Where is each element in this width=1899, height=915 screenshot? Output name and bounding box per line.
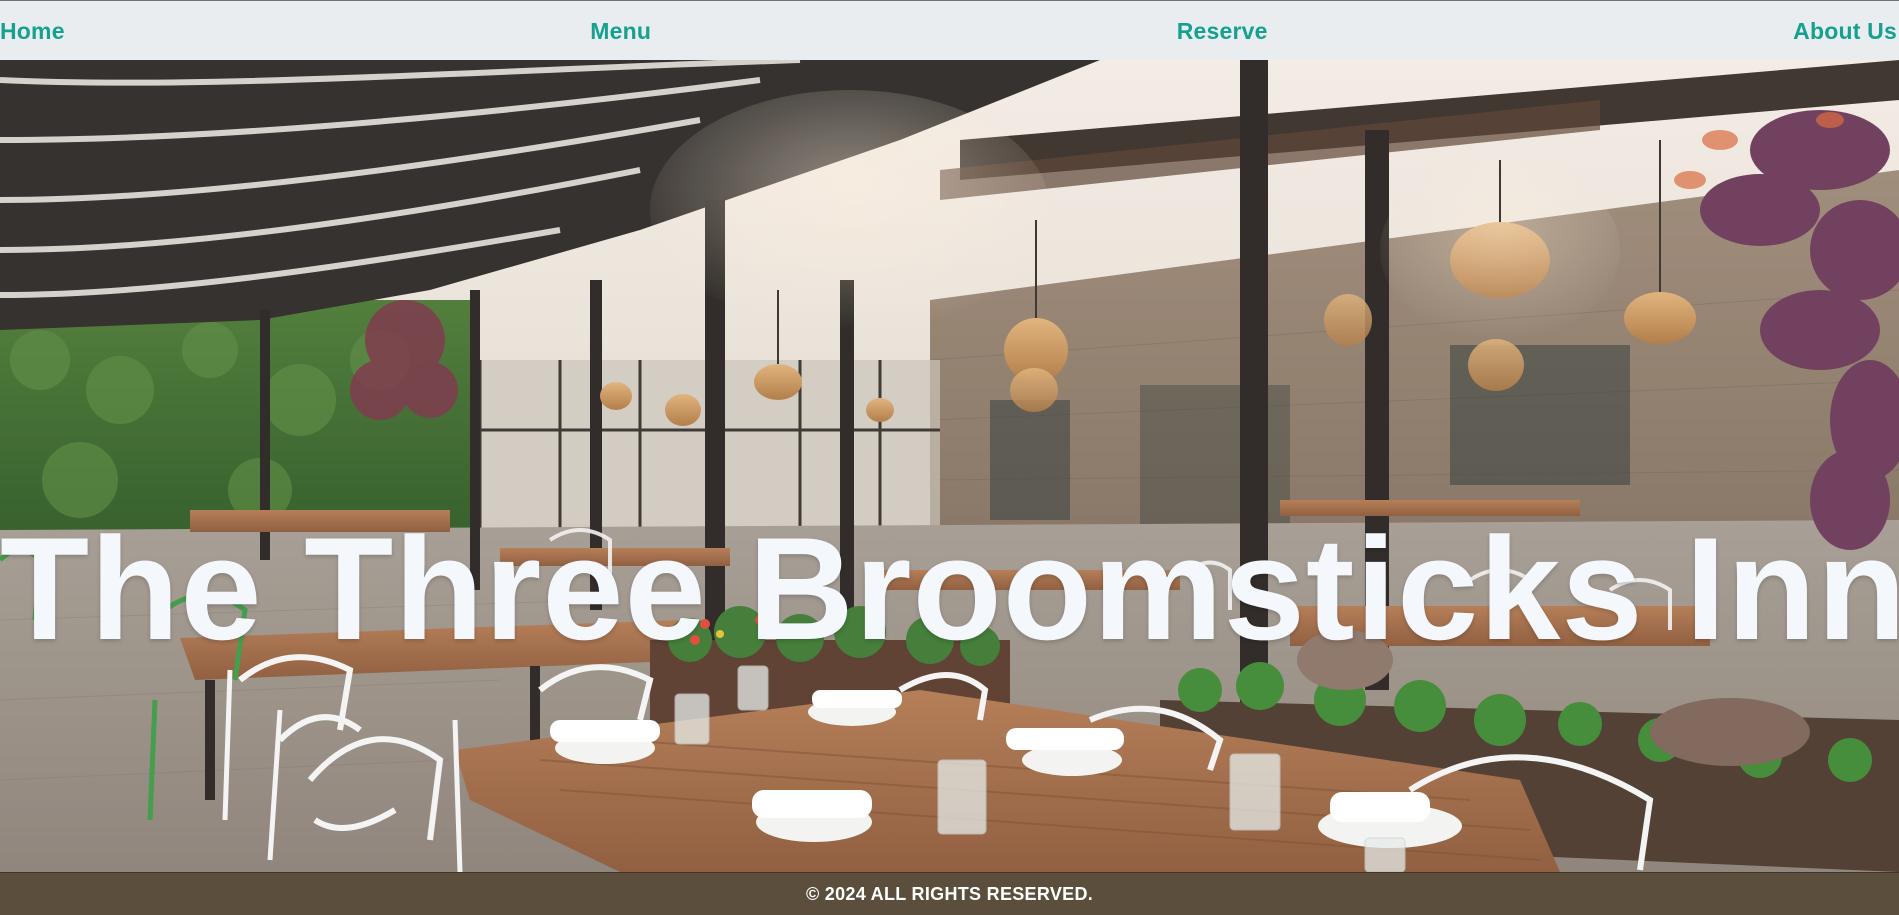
nav-link-about-us[interactable]: About Us	[1793, 16, 1897, 45]
nav-link-home[interactable]: Home	[0, 16, 65, 45]
hero-background-image	[0, 60, 1899, 872]
hero-section: The Three Broomsticks Inn	[0, 60, 1899, 872]
nav-link-reserve[interactable]: Reserve	[1177, 16, 1268, 45]
site-footer: © 2024 ALL RIGHTS RESERVED.	[0, 872, 1899, 915]
restaurant-title: The Three Broomsticks Inn	[0, 506, 1899, 670]
nav-link-menu[interactable]: Menu	[590, 16, 651, 45]
copyright-text: © 2024 ALL RIGHTS RESERVED.	[805, 883, 1094, 904]
top-navigation: Home Menu Reserve About Us	[0, 0, 1899, 60]
